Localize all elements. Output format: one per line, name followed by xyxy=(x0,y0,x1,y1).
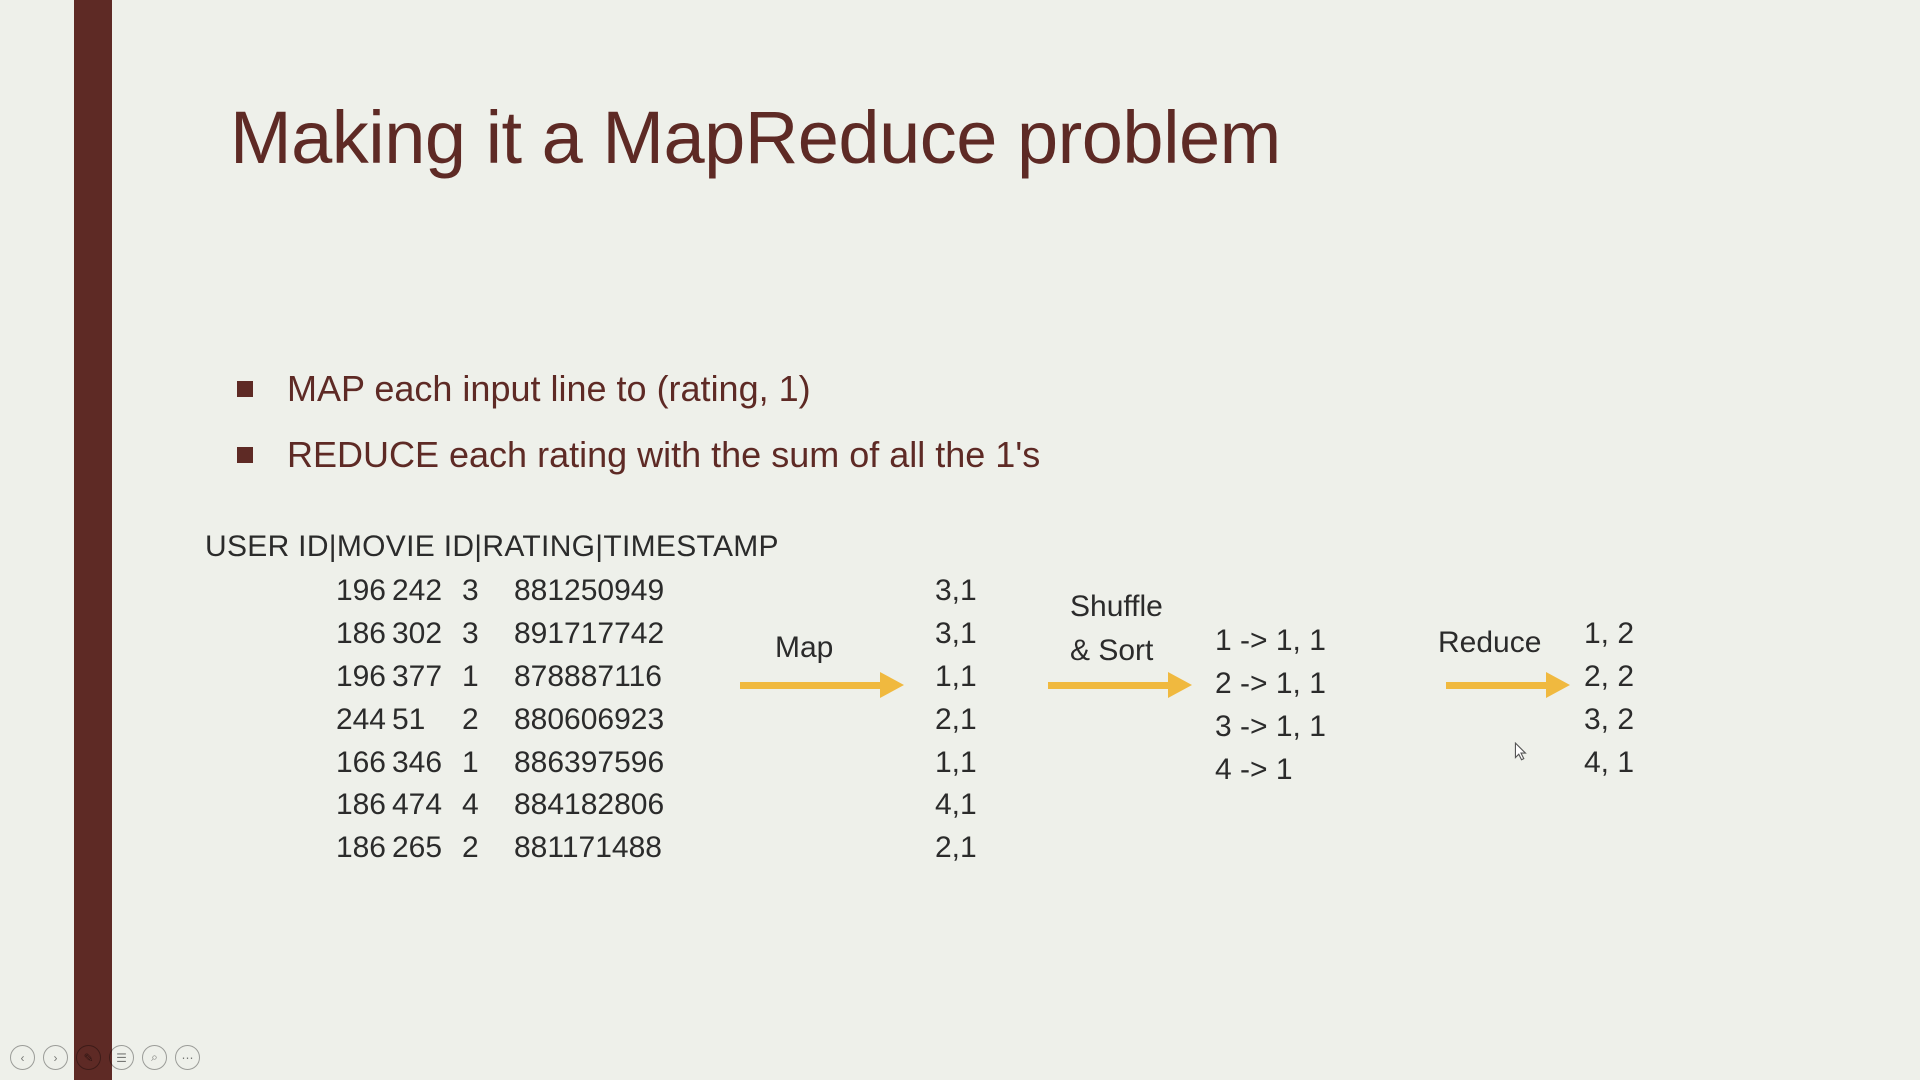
data-columns-header: USER ID|MOVIE ID|RATING|TIMESTAMP xyxy=(205,530,779,564)
reduce-arrow-icon xyxy=(1446,672,1570,698)
bullet-item: MAP each input line to (rating, 1) xyxy=(237,368,1040,410)
slideshow-nav: ‹ › ✎ ☰ ⌕ ⋯ xyxy=(10,1045,200,1070)
reduce-label: Reduce xyxy=(1438,626,1541,660)
map-arrow-icon xyxy=(740,672,904,698)
shuffle-label: Shuffle & Sort xyxy=(1070,585,1190,672)
bullet-text: MAP each input line to (rating, 1) xyxy=(287,368,811,410)
next-slide-button[interactable]: › xyxy=(43,1045,68,1070)
bullet-marker-icon xyxy=(237,447,253,463)
slide-show-menu-button[interactable]: ☰ xyxy=(109,1045,134,1070)
bullet-marker-icon xyxy=(237,381,253,397)
shuffle-output-row: 4 -> 1 xyxy=(1215,749,1326,792)
map-output-row: 1,1 xyxy=(935,656,977,699)
map-output-row: 3,1 xyxy=(935,570,977,613)
map-output-row: 2,1 xyxy=(935,699,977,742)
slide-title: Making it a MapReduce problem xyxy=(230,95,1281,180)
mouse-cursor-icon xyxy=(1514,742,1528,762)
reduce-output-row: 4, 1 xyxy=(1584,742,1634,785)
more-options-button[interactable]: ⋯ xyxy=(175,1045,200,1070)
shuffle-arrow-icon xyxy=(1048,672,1192,698)
data-row: 1864744884182806 xyxy=(322,784,694,827)
reduce-output-row: 3, 2 xyxy=(1584,699,1634,742)
shuffle-output-row: 2 -> 1, 1 xyxy=(1215,663,1326,706)
data-row: 244512880606923 xyxy=(322,699,694,742)
data-row: 1663461886397596 xyxy=(322,742,694,785)
map-output-block: 3,1 3,1 1,1 2,1 1,1 4,1 2,1 xyxy=(935,570,977,870)
map-label: Map xyxy=(775,631,833,665)
bullet-item: REDUCE each rating with the sum of all t… xyxy=(237,434,1040,476)
reduce-output-block: 1, 2 2, 2 3, 2 4, 1 xyxy=(1584,613,1634,785)
data-row: 1963771878887116 xyxy=(322,656,694,699)
raw-data-block: 1962423881250949 1863023891717742 196377… xyxy=(322,570,694,870)
data-row: 1863023891717742 xyxy=(322,613,694,656)
map-output-row: 3,1 xyxy=(935,613,977,656)
shuffle-output-row: 1 -> 1, 1 xyxy=(1215,620,1326,663)
pen-tool-button[interactable]: ✎ xyxy=(76,1045,101,1070)
prev-slide-button[interactable]: ‹ xyxy=(10,1045,35,1070)
map-output-row: 1,1 xyxy=(935,742,977,785)
map-output-row: 2,1 xyxy=(935,827,977,870)
reduce-output-row: 1, 2 xyxy=(1584,613,1634,656)
reduce-output-row: 2, 2 xyxy=(1584,656,1634,699)
zoom-button[interactable]: ⌕ xyxy=(142,1045,167,1070)
data-row: 1862652881171488 xyxy=(322,827,694,870)
shuffle-output-block: 1 -> 1, 1 2 -> 1, 1 3 -> 1, 1 4 -> 1 xyxy=(1215,620,1326,792)
map-output-row: 4,1 xyxy=(935,784,977,827)
data-row: 1962423881250949 xyxy=(322,570,694,613)
bullet-text: REDUCE each rating with the sum of all t… xyxy=(287,434,1040,476)
shuffle-output-row: 3 -> 1, 1 xyxy=(1215,706,1326,749)
accent-stripe xyxy=(74,0,112,1080)
bullet-list: MAP each input line to (rating, 1) REDUC… xyxy=(237,368,1040,500)
